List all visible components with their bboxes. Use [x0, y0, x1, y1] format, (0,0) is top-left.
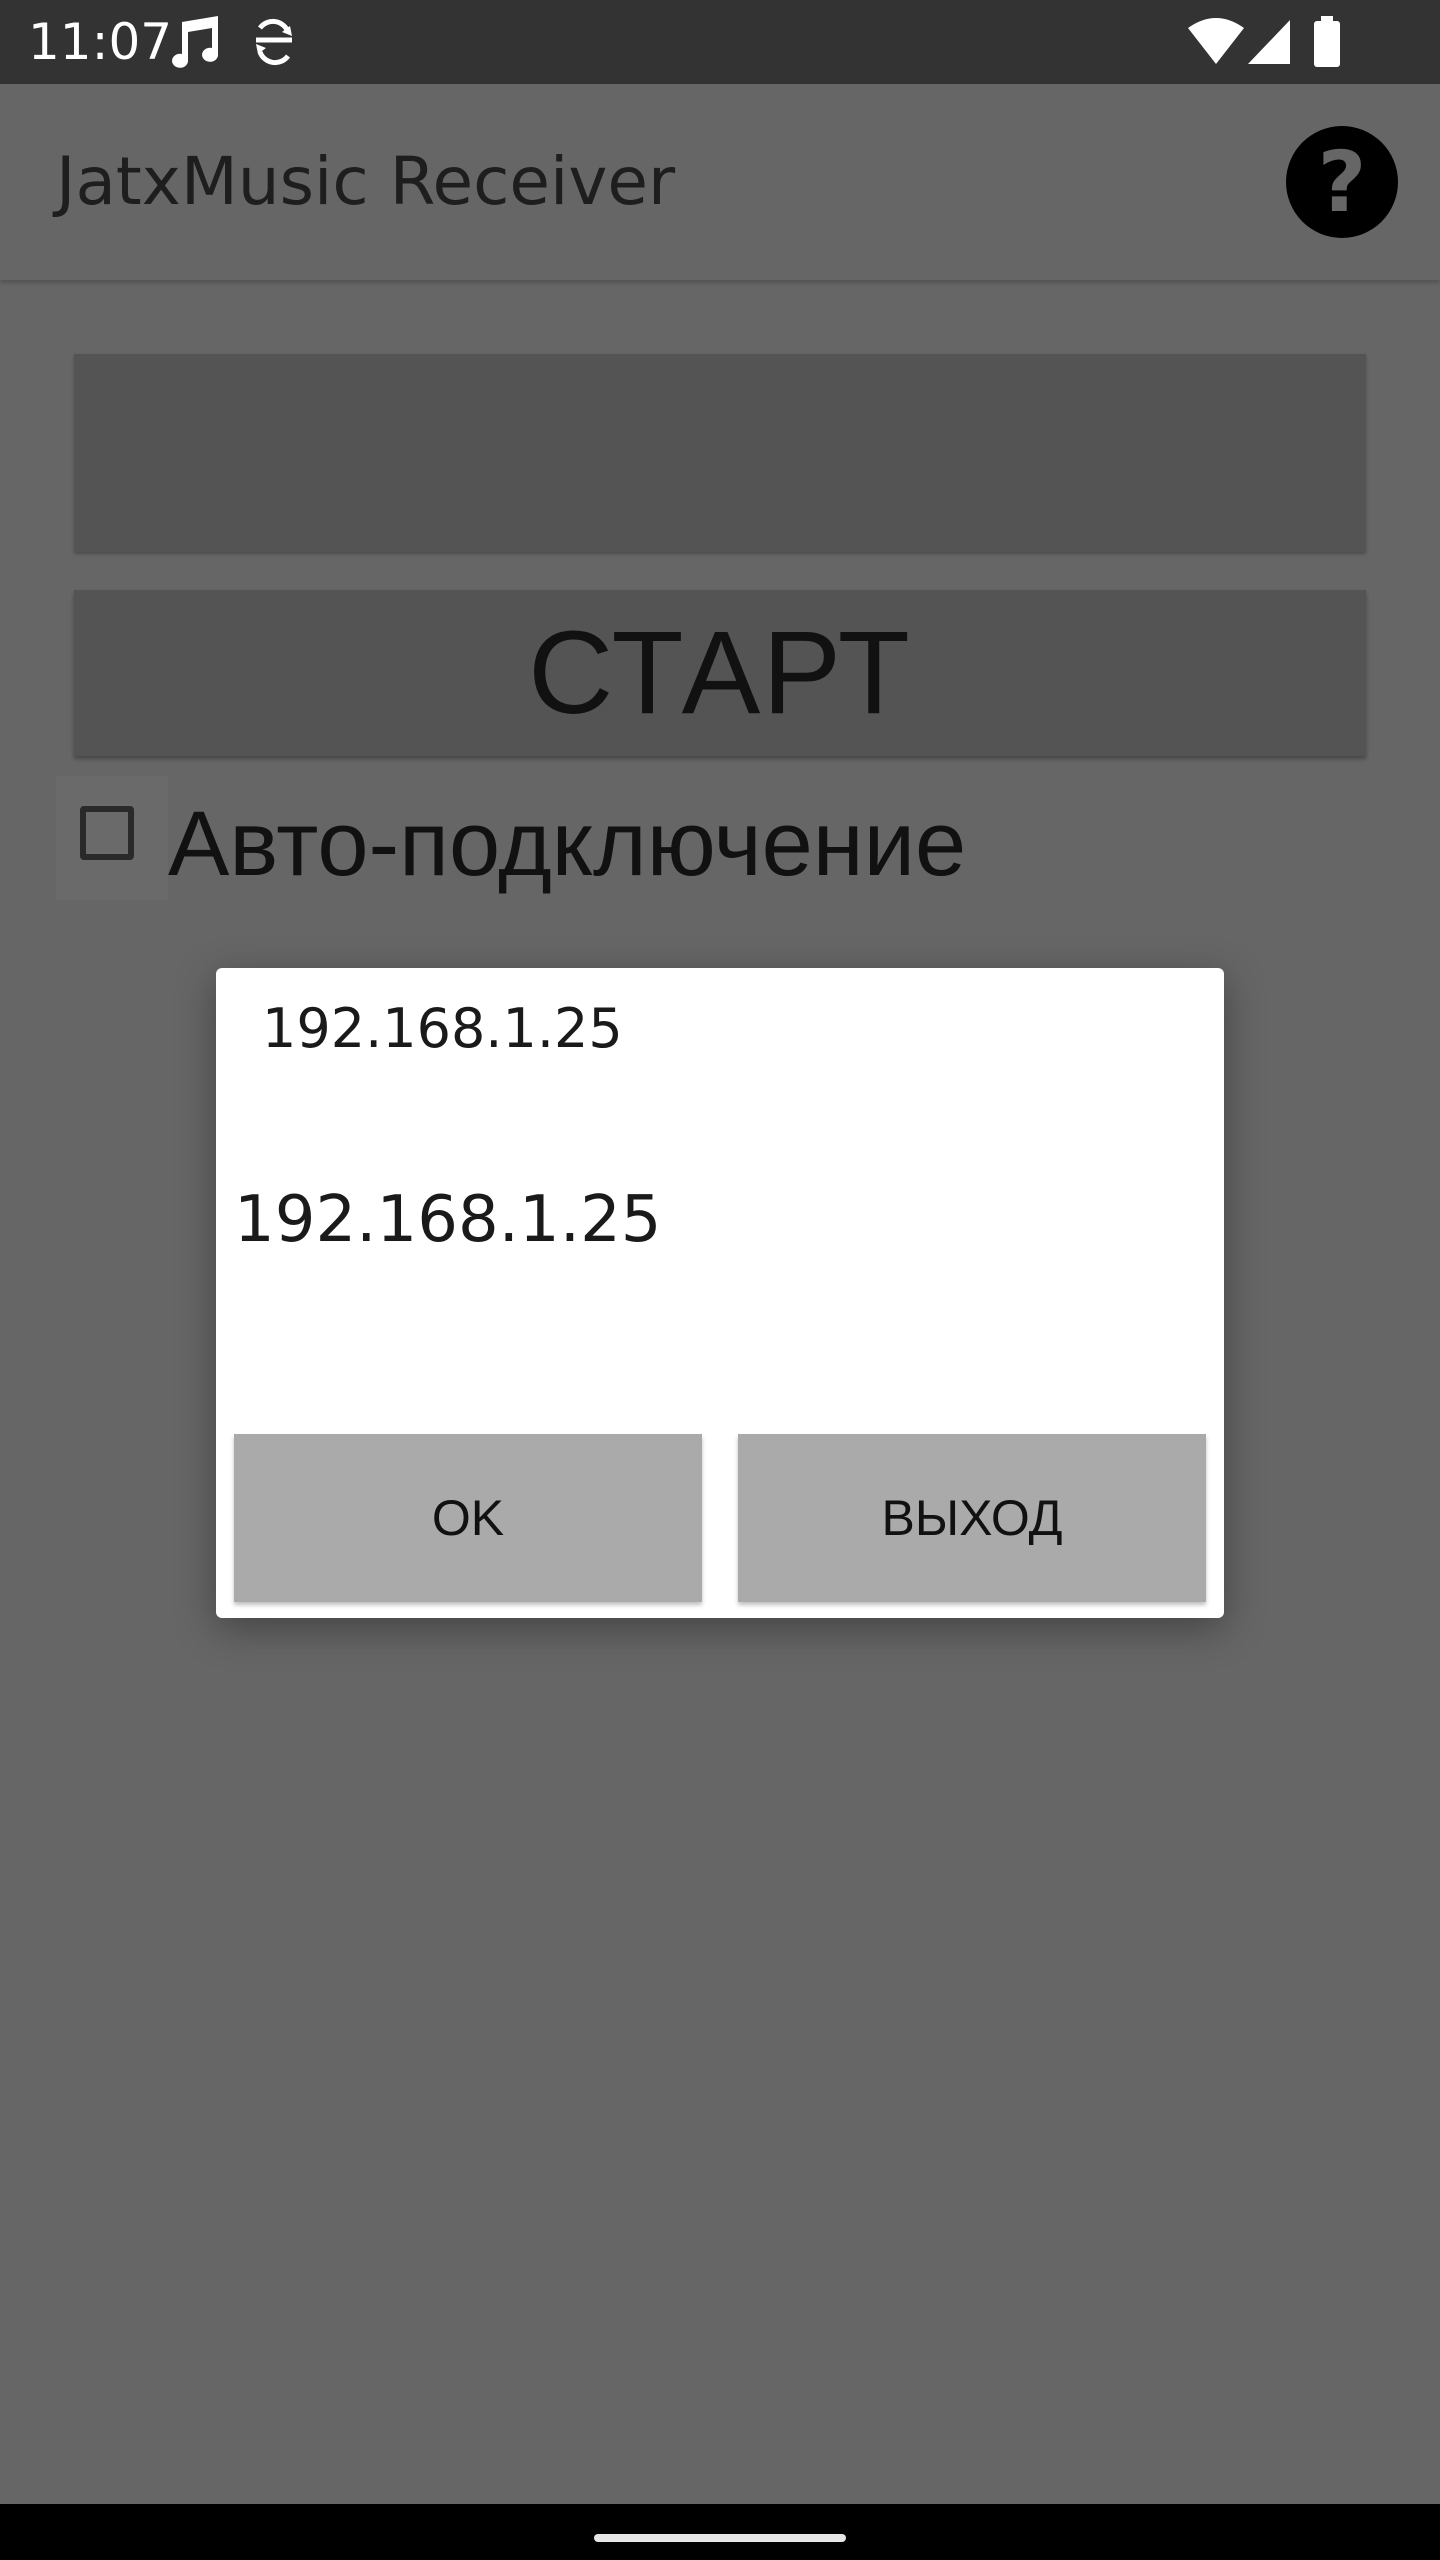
- wifi-icon: [1186, 14, 1246, 70]
- autoconnect-checkbox[interactable]: [56, 776, 168, 900]
- autoconnect-label: Авто-подключение: [168, 793, 967, 895]
- ok-button[interactable]: OK: [234, 1434, 702, 1602]
- checkbox-unchecked-icon: [80, 806, 134, 860]
- sync-icon: [248, 14, 300, 70]
- help-icon: ?: [1317, 133, 1367, 231]
- exit-button[interactable]: ВЫХОД: [738, 1434, 1206, 1602]
- app-bar: JatxMusic Receiver ?: [0, 84, 1440, 280]
- home-indicator[interactable]: [594, 2534, 846, 2542]
- app-title: JatxMusic Receiver: [56, 143, 676, 220]
- battery-icon: [1312, 14, 1342, 70]
- status-bar: 11:07: [0, 0, 1440, 84]
- help-button[interactable]: ?: [1286, 126, 1398, 238]
- signal-icon: [1246, 14, 1294, 70]
- dialog-ip-input[interactable]: 192.168.1.25: [262, 994, 623, 1064]
- dialog-message: 192.168.1.25: [234, 1183, 662, 1257]
- exit-button-label: ВЫХОД: [881, 1490, 1063, 1546]
- start-button-label: СТАРТ: [528, 607, 912, 739]
- ok-button-label: OK: [431, 1490, 505, 1546]
- status-time: 11:07: [28, 13, 173, 71]
- ip-address-input[interactable]: [74, 354, 1366, 552]
- music-note-icon: [168, 14, 224, 70]
- ip-dialog: 192.168.1.25 192.168.1.25 OK ВЫХОД: [216, 968, 1224, 1618]
- navigation-bar: [0, 2504, 1440, 2560]
- start-button[interactable]: СТАРТ: [74, 590, 1366, 756]
